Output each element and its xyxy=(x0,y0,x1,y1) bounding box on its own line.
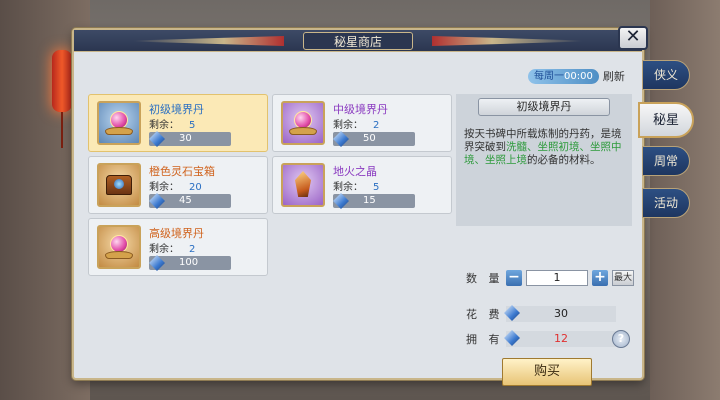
star-crystal-icon xyxy=(333,193,349,209)
item-price-value: 100 xyxy=(179,257,199,268)
quantity-label: 数 量 xyxy=(466,272,504,285)
fire-crystal-icon xyxy=(295,171,311,197)
tab-event[interactable]: 活动 xyxy=(642,188,690,218)
shop-item[interactable]: 初级境界丹 剩余： 5 30 xyxy=(88,94,268,152)
quantity-max-button[interactable]: 最大 xyxy=(612,270,634,286)
shop-item[interactable]: 橙色灵石宝箱 剩余： 20 45 xyxy=(88,156,268,214)
owned-box: 12 xyxy=(504,330,616,347)
item-detail-panel: 初级境界丹 按天书碑中所载炼制的丹药，是境界突破到洗髓、坐照初境、坐照中境、坐照… xyxy=(456,94,634,386)
item-slot xyxy=(97,163,141,207)
refresh-label: 刷新 xyxy=(602,70,625,83)
item-price: 45 xyxy=(149,193,231,209)
item-remaining: 剩余： 20 xyxy=(149,182,202,193)
quantity-row: 数 量 − 1 + 最大 xyxy=(466,270,634,286)
shop-item[interactable]: 高级境界丹 剩余： 2 100 xyxy=(88,218,268,276)
item-remaining: 剩余： 5 xyxy=(333,182,380,193)
detail-description: 按天书碑中所载炼制的丹药，是境界突破到洗髓、坐照初境、坐照中境、坐照上境的必备的… xyxy=(464,128,628,167)
owned-value: 12 xyxy=(554,332,568,345)
item-price: 100 xyxy=(149,255,231,271)
item-price-value: 15 xyxy=(363,195,376,206)
item-remaining: 剩余： 5 xyxy=(149,120,196,131)
item-price: 50 xyxy=(333,131,415,147)
item-remaining-count: 2 xyxy=(189,244,196,255)
quantity-minus-button[interactable]: − xyxy=(506,270,522,286)
help-button[interactable]: ? xyxy=(612,330,630,348)
item-slot xyxy=(281,101,325,145)
item-slot xyxy=(97,101,141,145)
item-remaining-count: 2 xyxy=(373,120,380,131)
cost-value: 30 xyxy=(554,307,568,320)
item-remaining-count: 5 xyxy=(189,120,196,131)
lantern-icon xyxy=(52,50,72,112)
close-button[interactable]: ✕ xyxy=(618,26,648,50)
pill-stand-icon xyxy=(105,251,133,259)
tab-mixing[interactable]: 秘星 xyxy=(638,102,694,138)
item-price-value: 45 xyxy=(179,195,192,206)
star-crystal-icon xyxy=(333,131,349,147)
refresh-day: 每周一 xyxy=(534,70,564,82)
title-ornament-left xyxy=(134,36,284,46)
quantity-plus-button[interactable]: + xyxy=(592,270,608,286)
star-crystal-icon xyxy=(149,193,165,209)
item-price: 30 xyxy=(149,131,231,147)
item-remaining: 剩余： 2 xyxy=(333,120,380,131)
item-remaining: 剩余： 2 xyxy=(149,244,196,255)
shop-item[interactable]: 地火之晶 剩余： 5 15 xyxy=(272,156,452,214)
detail-item-name: 初级境界丹 xyxy=(478,98,610,116)
shop-panel: 秘星商店 ✕ 每周一00:00 刷新 初级境界丹 剩余： 5 30 中级境界丹 … xyxy=(72,26,648,386)
item-slot xyxy=(97,225,141,269)
item-name: 地火之晶 xyxy=(333,165,377,178)
cost-box: 30 xyxy=(504,305,616,322)
spirit-stone-icon xyxy=(114,179,124,189)
item-remaining-count: 20 xyxy=(189,182,202,193)
cost-row: 花 费 30 xyxy=(466,305,616,322)
item-grid: 初级境界丹 剩余： 5 30 中级境界丹 剩余： 2 50 橙色灵石宝箱 剩余：… xyxy=(88,94,452,372)
desc-text: 的必备的材料。 xyxy=(527,154,601,166)
shop-item[interactable]: 中级境界丹 剩余： 2 50 xyxy=(272,94,452,152)
owned-row: 拥 有 12 xyxy=(466,330,616,347)
item-name: 高级境界丹 xyxy=(149,227,204,240)
item-slot xyxy=(281,163,325,207)
owned-label: 拥 有 xyxy=(466,333,504,346)
refresh-info: 每周一00:00 刷新 xyxy=(528,68,625,84)
item-price: 15 xyxy=(333,193,415,209)
window-title: 秘星商店 xyxy=(303,32,413,50)
tab-xiayi[interactable]: 侠义 xyxy=(642,60,690,90)
item-name: 橙色灵石宝箱 xyxy=(149,165,215,178)
lantern-cord xyxy=(61,112,63,148)
item-name: 中级境界丹 xyxy=(333,103,388,116)
pill-stand-icon xyxy=(289,127,317,135)
item-price-value: 50 xyxy=(363,133,376,144)
buy-button[interactable]: 购买 xyxy=(502,358,592,386)
item-price-value: 30 xyxy=(179,133,192,144)
star-crystal-icon xyxy=(149,131,165,147)
pill-stand-icon xyxy=(105,127,133,135)
title-ornament-right xyxy=(432,36,582,46)
cost-label: 花 费 xyxy=(466,308,504,321)
item-name: 初级境界丹 xyxy=(149,103,204,116)
tab-weekly[interactable]: 周常 xyxy=(642,146,690,176)
quantity-input[interactable]: 1 xyxy=(526,270,588,286)
star-crystal-icon xyxy=(149,255,165,271)
item-remaining-count: 5 xyxy=(373,182,380,193)
item-detail-info: 初级境界丹 按天书碑中所载炼制的丹药，是境界突破到洗髓、坐照初境、坐照中境、坐照… xyxy=(456,94,632,226)
refresh-time: 每周一00:00 xyxy=(528,68,599,84)
title-bar: 秘星商店 xyxy=(74,30,642,52)
refresh-clock: 00:00 xyxy=(564,70,593,82)
